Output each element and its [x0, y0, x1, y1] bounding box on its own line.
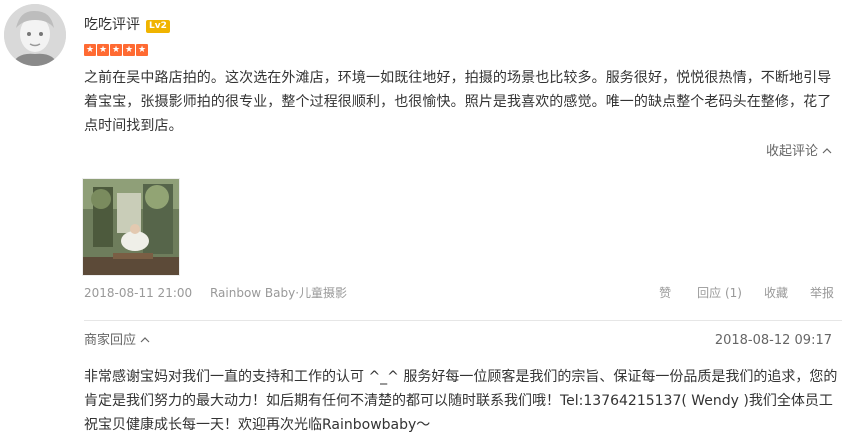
collapse-label: 收起评论: [765, 144, 818, 159]
star-icon: ★: [97, 44, 109, 56]
review-actions: 赞 回应 (1) 收藏 举报: [659, 284, 834, 302]
reply-button[interactable]: 回应 (1): [697, 284, 742, 302]
shop-name[interactable]: Rainbow Baby·儿童摄影: [210, 286, 347, 300]
collapse-review-button[interactable]: 收起评论: [766, 142, 832, 162]
favorite-button[interactable]: 收藏: [764, 284, 788, 302]
review-photo[interactable]: [82, 178, 180, 276]
merchant-reply: 商家回应 2018-08-12 09:17 非常感谢宝妈对我们一直的支持和工作的…: [84, 320, 842, 439]
review-datetime: 2018-08-11 21:00: [84, 286, 193, 300]
reply-count: (1): [724, 286, 742, 300]
report-button[interactable]: 举报: [810, 284, 834, 302]
reply-label: 回应: [697, 286, 722, 300]
star-rating: ★ ★ ★ ★ ★: [84, 44, 148, 56]
merchant-reply-date: 2018-08-12 09:17: [714, 333, 832, 348]
merchant-reply-toggle[interactable]: 商家回应: [84, 331, 150, 351]
like-button[interactable]: 赞: [659, 284, 671, 302]
star-icon: ★: [136, 44, 148, 56]
star-icon: ★: [123, 44, 135, 56]
level-badge: Lv2: [146, 20, 170, 33]
star-icon: ★: [84, 44, 96, 56]
review-text: 之前在吴中路店拍的。这次选在外滩店，环境一如既往地好，拍摄的场景也比较多。服务很…: [84, 70, 832, 134]
star-icon: ★: [110, 44, 122, 56]
merchant-reply-text: 非常感谢宝妈对我们一直的支持和工作的认可 ^_^ 服务好每一位顾客是我们的宗旨、…: [84, 369, 838, 433]
merchant-reply-label: 商家回应: [84, 333, 137, 348]
review-meta: 2018-08-11 21:00 Rainbow Baby·儿童摄影: [84, 284, 347, 302]
chevron-up-icon: [822, 142, 832, 162]
username[interactable]: 吃吃评评: [84, 16, 140, 34]
avatar[interactable]: [4, 4, 66, 66]
chevron-up-icon: [140, 331, 150, 351]
